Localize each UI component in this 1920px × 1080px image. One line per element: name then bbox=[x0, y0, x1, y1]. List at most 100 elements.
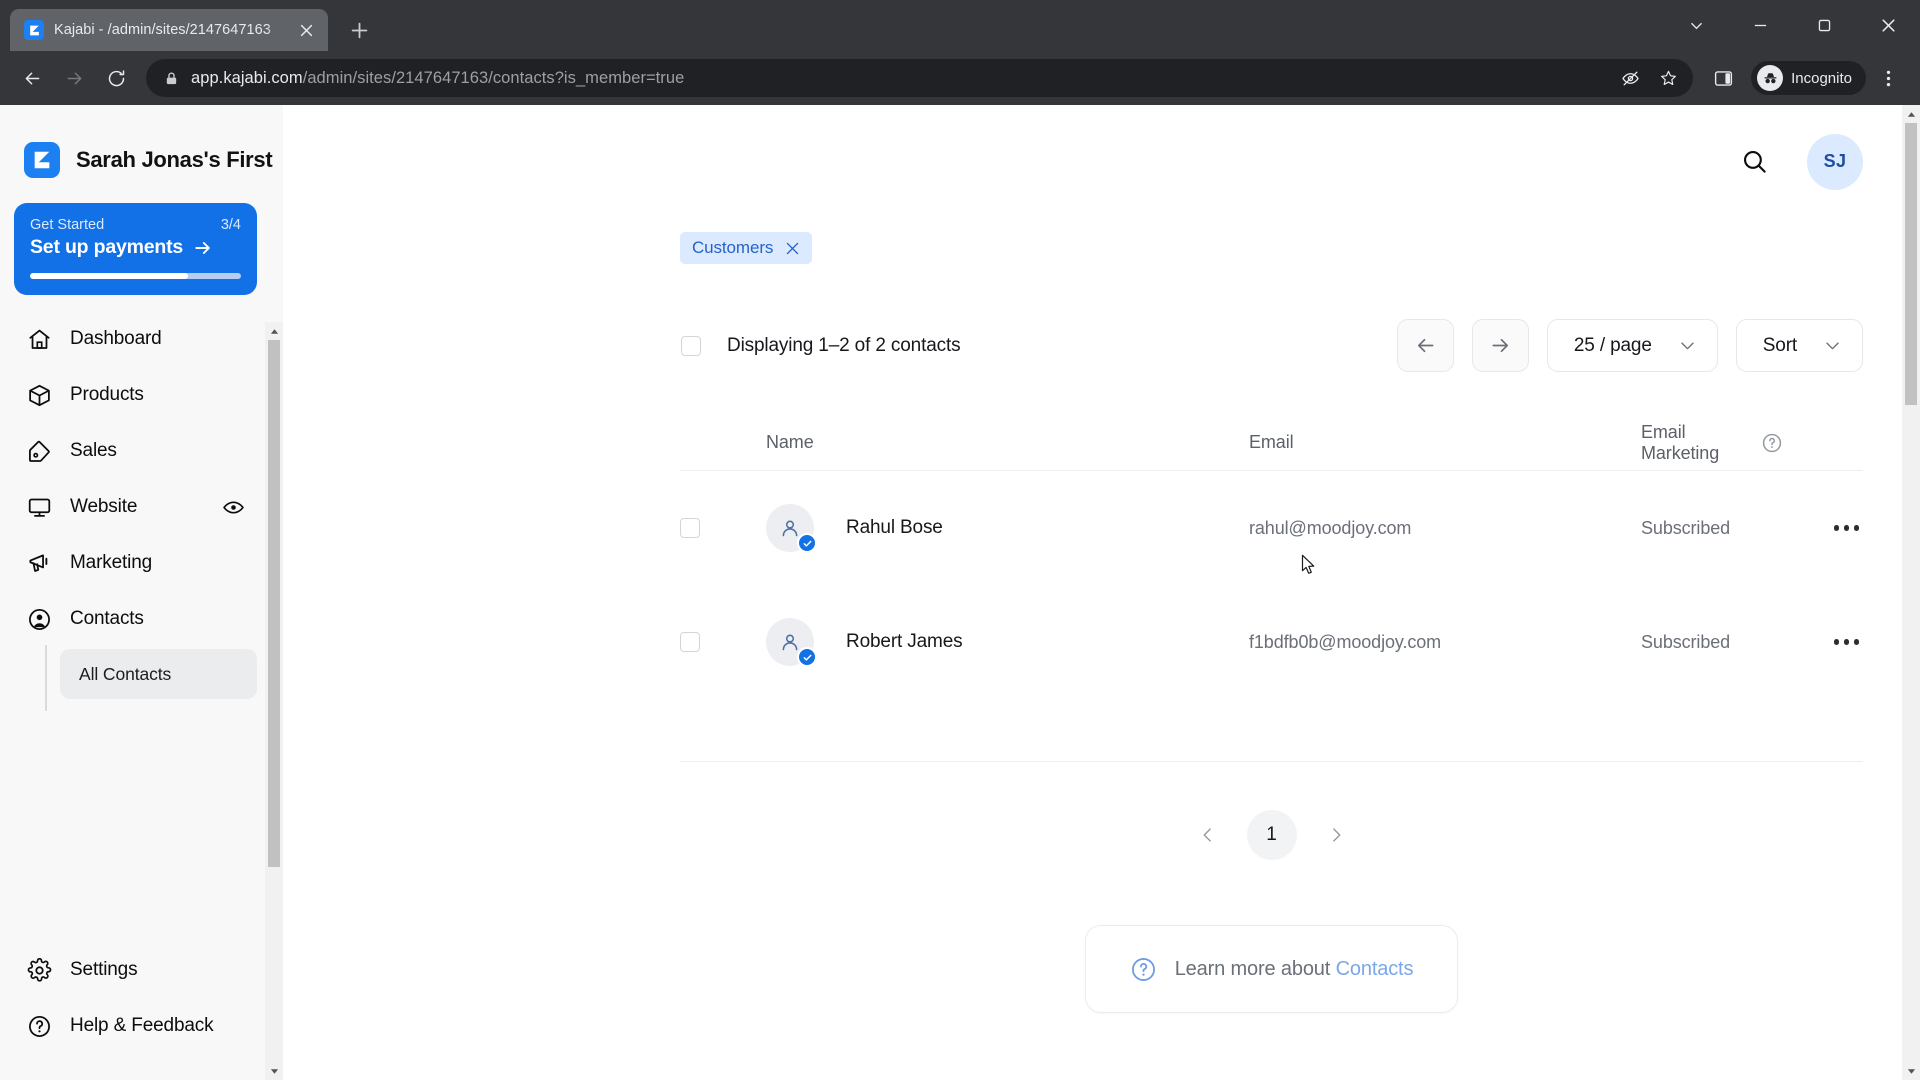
question-circle-icon bbox=[1130, 956, 1157, 983]
omnibox-icons bbox=[1613, 61, 1685, 95]
sidebar-item-label: Dashboard bbox=[70, 328, 162, 349]
sidebar-subnav: All Contacts bbox=[14, 645, 257, 711]
previous-page-button[interactable] bbox=[1396, 319, 1454, 372]
sidebar-item-sales[interactable]: Sales bbox=[14, 423, 257, 479]
scroll-down-icon[interactable] bbox=[265, 1062, 283, 1080]
brand-header[interactable]: Sarah Jonas's First bbox=[14, 105, 283, 189]
avatar[interactable]: SJ bbox=[1807, 133, 1863, 190]
get-started-card[interactable]: Get Started 3/4 Set up payments bbox=[14, 203, 257, 295]
learn-more-link[interactable]: Contacts bbox=[1336, 958, 1414, 980]
sidebar-scrollbar-thumb[interactable] bbox=[268, 340, 280, 867]
reload-icon[interactable] bbox=[96, 58, 136, 98]
table-header-email: Email bbox=[1249, 432, 1294, 452]
sidebar-item-dashboard[interactable]: Dashboard bbox=[14, 311, 257, 367]
lock-icon bbox=[164, 71, 179, 86]
sidebar-item-contacts[interactable]: Contacts bbox=[14, 591, 257, 647]
get-started-count: 3/4 bbox=[220, 217, 241, 233]
sidebar-item-label: Contacts bbox=[70, 608, 144, 629]
learn-more-text: Learn more about Contacts bbox=[1175, 958, 1414, 981]
arrow-right-icon bbox=[195, 241, 210, 254]
scroll-down-icon[interactable] bbox=[1902, 1062, 1920, 1080]
user-circle-icon bbox=[26, 606, 52, 632]
address-bar[interactable]: app.kajabi.com/admin/sites/2147647163/co… bbox=[146, 59, 1694, 97]
sort-select[interactable]: Sort bbox=[1735, 319, 1863, 372]
sidebar-scroll-area: Get Started 3/4 Set up payments Dashboar… bbox=[14, 189, 283, 942]
learn-more-card[interactable]: Learn more about Contacts bbox=[1084, 925, 1459, 1013]
table-row[interactable]: Rahul Bose rahul@moodjoy.com Subscribed bbox=[680, 471, 1863, 585]
table-row[interactable]: Robert James f1bdfb0b@moodjoy.com Subscr… bbox=[680, 585, 1863, 699]
app-topbar: SJ bbox=[283, 105, 1920, 218]
per-page-select[interactable]: 25 / page bbox=[1546, 319, 1718, 372]
search-icon[interactable] bbox=[1737, 145, 1771, 179]
box-icon bbox=[26, 382, 52, 408]
contact-email: rahul@moodjoy.com bbox=[1249, 517, 1412, 538]
get-started-label: Get Started bbox=[30, 217, 105, 233]
sidebar-item-all-contacts[interactable]: All Contacts bbox=[60, 649, 257, 699]
forward-icon[interactable] bbox=[54, 58, 94, 98]
sidebar-nav: Dashboard Products Sales Website Marketi… bbox=[14, 311, 257, 711]
row-actions-cell bbox=[1783, 515, 1863, 541]
browser-tab[interactable]: Kajabi - /admin/sites/2147647163 bbox=[10, 9, 328, 51]
browser-menu-icon[interactable] bbox=[1868, 58, 1908, 98]
next-page-button[interactable] bbox=[1471, 319, 1529, 372]
contact-name[interactable]: Robert James bbox=[846, 631, 963, 653]
maximize-icon[interactable] bbox=[1792, 0, 1856, 51]
contact-email: f1bdfb0b@moodjoy.com bbox=[1249, 631, 1442, 652]
more-options-icon[interactable] bbox=[1830, 629, 1864, 655]
megaphone-icon bbox=[26, 550, 52, 576]
close-icon[interactable] bbox=[294, 18, 318, 42]
verified-badge-icon bbox=[797, 647, 817, 667]
scroll-up-icon[interactable] bbox=[1902, 105, 1920, 123]
row-checkbox[interactable] bbox=[680, 632, 700, 652]
contact-name[interactable]: Rahul Bose bbox=[846, 517, 943, 539]
sidebar-scrollbar[interactable] bbox=[265, 322, 283, 1080]
filter-chips: Customers bbox=[680, 218, 1863, 264]
sidebar-item-label: Website bbox=[70, 496, 138, 517]
new-tab-button[interactable] bbox=[342, 13, 376, 47]
learn-more-wrapper: Learn more about Contacts bbox=[680, 925, 1863, 1013]
profile-label: Incognito bbox=[1791, 69, 1852, 87]
sidebar-item-products[interactable]: Products bbox=[14, 367, 257, 423]
browser-window: Kajabi - /admin/sites/2147647163 app.kaj… bbox=[0, 0, 1920, 1080]
more-options-icon[interactable] bbox=[1830, 515, 1864, 541]
row-name-cell: Rahul Bose bbox=[749, 504, 1249, 553]
minimize-icon[interactable] bbox=[1728, 0, 1792, 51]
table-header-name: Name bbox=[766, 432, 814, 452]
page-scrollbar[interactable] bbox=[1902, 105, 1920, 1080]
pagination-next-icon[interactable] bbox=[1321, 820, 1351, 850]
tab-strip: Kajabi - /admin/sites/2147647163 bbox=[0, 0, 1920, 51]
sidebar-item-help-feedback[interactable]: Help & Feedback bbox=[14, 998, 257, 1054]
eye-icon[interactable] bbox=[221, 495, 245, 519]
avatar-initials: SJ bbox=[1823, 151, 1847, 171]
verified-badge-icon bbox=[797, 533, 817, 553]
row-checkbox[interactable] bbox=[680, 518, 700, 538]
select-all-checkbox[interactable] bbox=[681, 335, 701, 356]
question-circle-icon[interactable] bbox=[1761, 432, 1783, 454]
eye-off-icon[interactable] bbox=[1613, 61, 1647, 95]
table-header-email-marketing: Email Marketing bbox=[1641, 422, 1783, 464]
browser-toolbar: app.kajabi.com/admin/sites/2147647163/co… bbox=[0, 51, 1920, 105]
scroll-up-icon[interactable] bbox=[265, 322, 283, 340]
page-scrollbar-thumb[interactable] bbox=[1905, 123, 1917, 405]
filter-chip-customers[interactable]: Customers bbox=[680, 232, 813, 264]
pagination-prev-icon[interactable] bbox=[1193, 820, 1223, 850]
list-header: Displaying 1–2 of 2 contacts 25 / page S… bbox=[680, 264, 1863, 372]
site-name: Sarah Jonas's First bbox=[76, 147, 273, 172]
close-icon[interactable] bbox=[785, 241, 800, 256]
window-close-icon[interactable] bbox=[1856, 0, 1920, 51]
sidebar-item-settings[interactable]: Settings bbox=[14, 942, 257, 998]
side-panel-icon[interactable] bbox=[1703, 58, 1743, 98]
bookmark-star-icon[interactable] bbox=[1651, 61, 1685, 95]
learn-more-prefix: Learn more about bbox=[1174, 957, 1336, 980]
incognito-profile-button[interactable]: Incognito bbox=[1751, 61, 1866, 95]
get-started-title-row: Set up payments bbox=[30, 236, 241, 259]
back-icon[interactable] bbox=[12, 58, 52, 98]
sidebar-item-marketing[interactable]: Marketing bbox=[14, 535, 257, 591]
sidebar-item-label: Marketing bbox=[70, 552, 153, 573]
pagination-page-1[interactable]: 1 bbox=[1246, 810, 1297, 860]
sidebar: Sarah Jonas's First Get Started 3/4 Set … bbox=[0, 105, 283, 1080]
row-actions-cell bbox=[1783, 629, 1863, 655]
chevron-down-icon[interactable] bbox=[1664, 0, 1728, 51]
sidebar-item-website[interactable]: Website bbox=[14, 479, 257, 535]
sort-value: Sort bbox=[1762, 334, 1797, 356]
